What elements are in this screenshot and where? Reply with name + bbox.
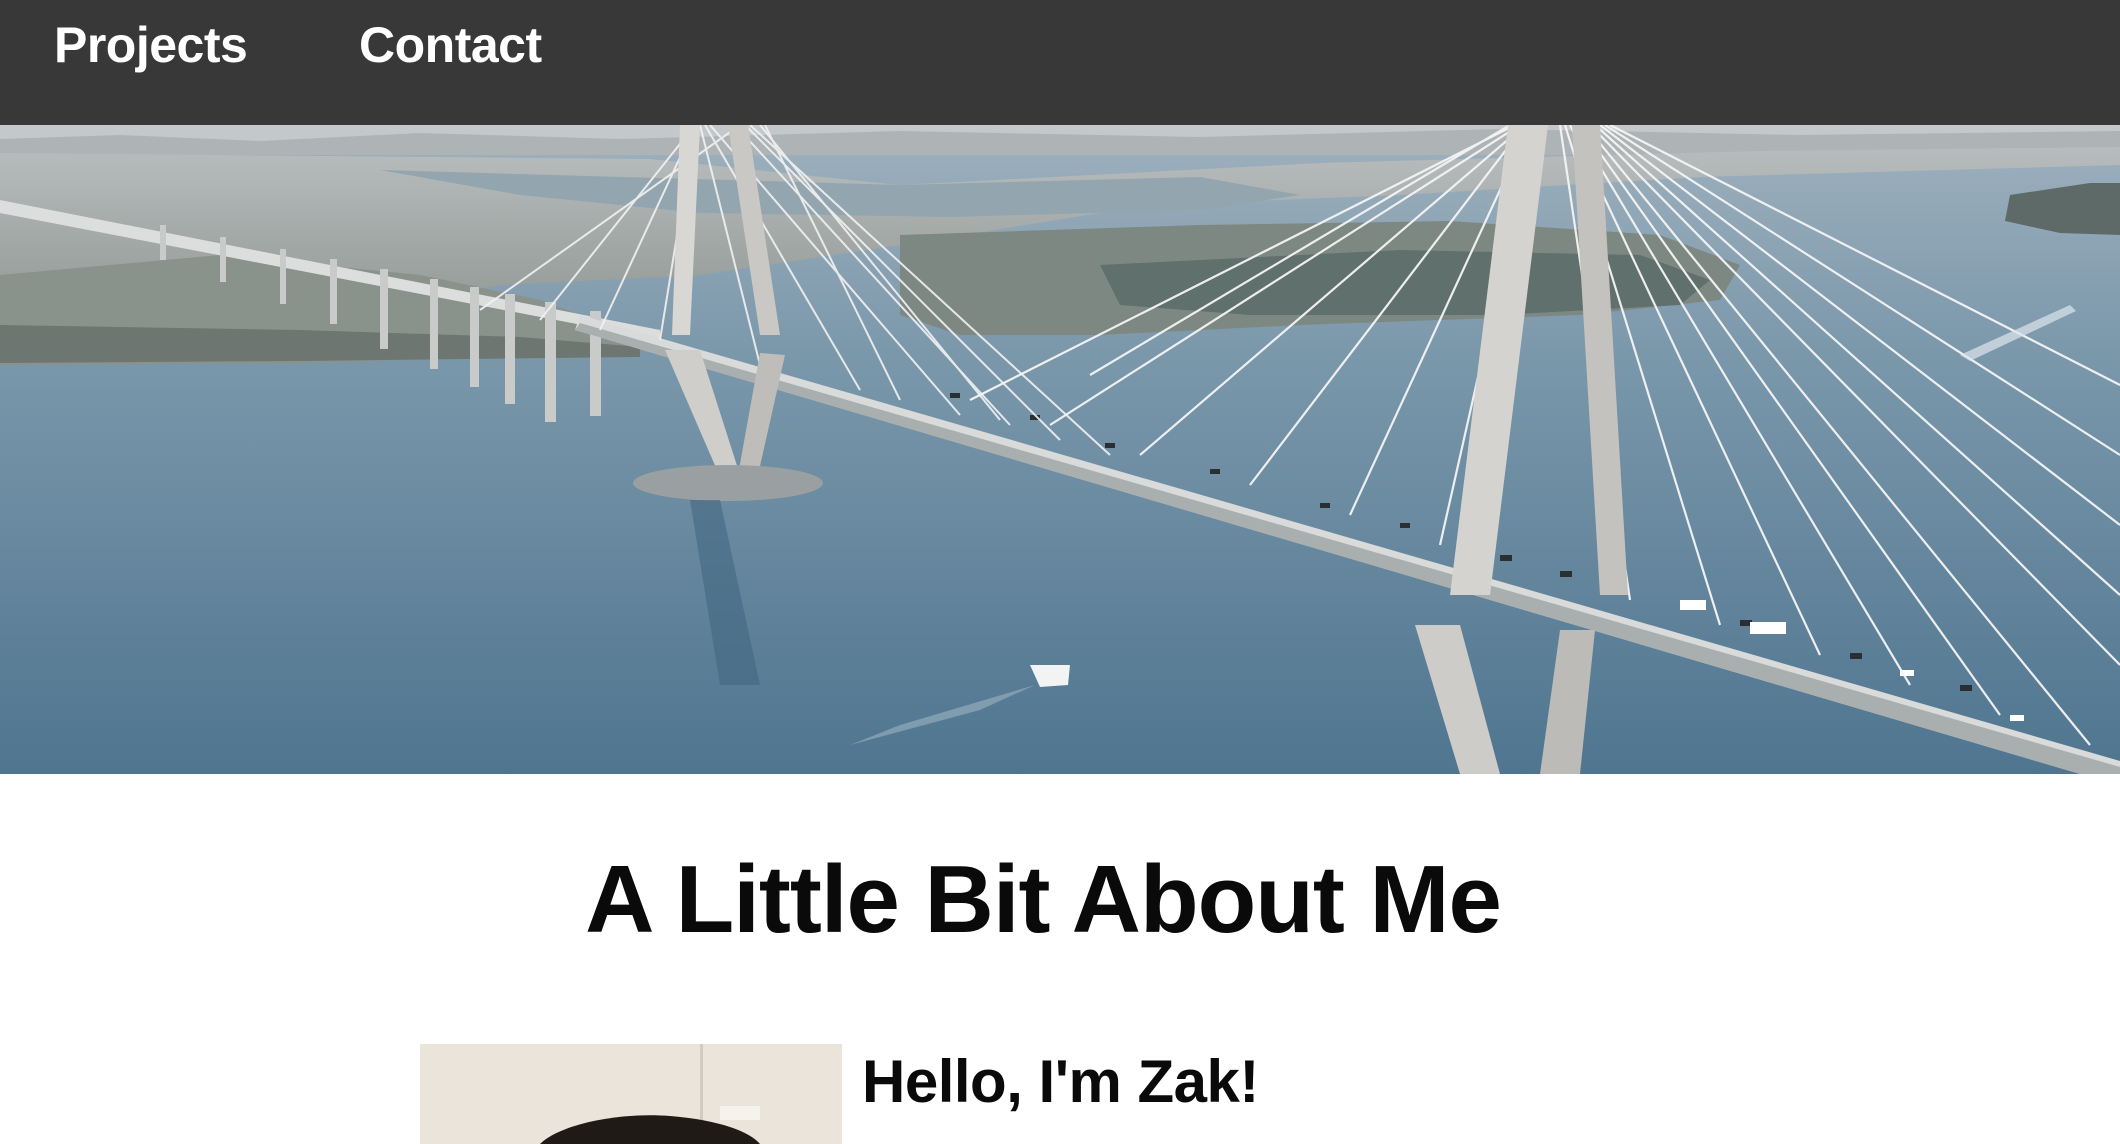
hero-image [0,125,2120,774]
page-title: A Little Bit About Me [585,846,1502,953]
profile-photo [420,1044,842,1144]
nav-link-contact[interactable]: Contact [359,20,542,70]
top-nav: Projects Contact [0,0,2120,125]
nav-link-projects[interactable]: Projects [54,20,248,70]
greeting-heading: Hello, I'm Zak! [862,1048,1259,1115]
